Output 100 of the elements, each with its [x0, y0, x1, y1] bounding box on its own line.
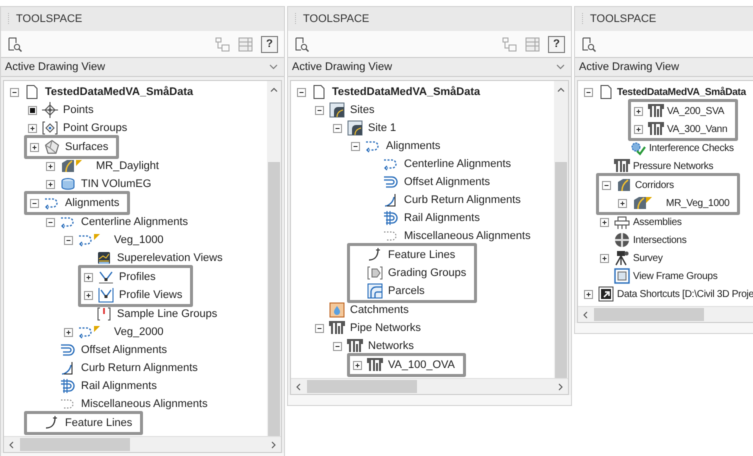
tree-item[interactable]: Veg_2000: [114, 326, 164, 338]
tree-toggle[interactable]: [584, 290, 593, 298]
tree-item[interactable]: Centerline Alignments: [81, 216, 188, 228]
tree-toggle[interactable]: [351, 142, 360, 150]
chevron-left-icon[interactable]: [296, 382, 301, 390]
tree-item[interactable]: Veg_1000: [114, 234, 164, 246]
tree-item[interactable]: Points: [63, 104, 94, 116]
tree-item[interactable]: MR_Daylight: [96, 160, 159, 172]
tree-toggle[interactable]: [46, 162, 55, 170]
tree-item[interactable]: Surfaces: [65, 141, 108, 153]
tree-toggle[interactable]: [600, 218, 609, 226]
tree-toggle[interactable]: [600, 254, 609, 262]
tree-toggle[interactable]: [297, 88, 306, 96]
tree-toggle[interactable]: [315, 324, 324, 332]
horizontal-scrollbar[interactable]: [291, 378, 568, 394]
grip-icon[interactable]: [581, 13, 584, 25]
scroll-thumb[interactable]: [594, 308, 704, 321]
tree-item[interactable]: Networks: [368, 340, 414, 352]
tree-item[interactable]: Intersections: [633, 234, 686, 246]
tree-toggle[interactable]: [64, 236, 73, 244]
tree-item[interactable]: Point Groups: [63, 122, 128, 134]
tree-toggle[interactable]: [46, 218, 55, 226]
chevron-left-icon[interactable]: [583, 310, 588, 318]
tree-item[interactable]: Alignments: [65, 197, 120, 209]
tree-item[interactable]: Profile Views: [119, 289, 182, 301]
tree-item[interactable]: View Frame Groups: [633, 270, 718, 282]
tree-toggle[interactable]: [30, 142, 39, 152]
tree-item[interactable]: Parcels: [388, 285, 425, 297]
tree-item[interactable]: Interference Checks: [649, 142, 734, 154]
vertical-scrollbar[interactable]: [267, 81, 281, 436]
tree-item[interactable]: Assemblies: [633, 216, 682, 228]
tree-toggle[interactable]: [634, 106, 643, 116]
tree-toggle[interactable]: [46, 180, 55, 188]
view-dropdown[interactable]: Active Drawing View: [575, 57, 753, 77]
tree-toggle[interactable]: [10, 88, 19, 96]
chevron-up-icon[interactable]: [557, 87, 565, 92]
tree-item[interactable]: TestedDataMedVA_SmåData: [617, 86, 746, 98]
tree-item[interactable]: Alignments: [386, 140, 440, 152]
horizontal-scrollbar[interactable]: [578, 306, 753, 322]
tree-item[interactable]: Rail Alignments: [404, 212, 480, 224]
tree-item[interactable]: Grading Groups: [388, 267, 466, 279]
tree-toggle[interactable]: [634, 124, 643, 134]
tree-item[interactable]: Survey: [633, 252, 663, 264]
grip-icon[interactable]: [294, 13, 297, 25]
tree-toggle[interactable]: [315, 106, 324, 114]
tree-item[interactable]: Data Shortcuts [D:\Civil 3D Proje: [617, 288, 753, 300]
tree-toggle[interactable]: [30, 198, 39, 208]
scroll-thumb[interactable]: [307, 380, 417, 393]
tree-toggle[interactable]: [28, 106, 37, 114]
help-button[interactable]: ?: [261, 36, 278, 52]
tree-item[interactable]: Rail Alignments: [81, 380, 157, 392]
help-button[interactable]: ?: [548, 36, 565, 52]
chevron-right-icon[interactable]: [558, 382, 563, 390]
tree-item[interactable]: VA_300_Vann: [667, 124, 728, 134]
tree-toggle[interactable]: [353, 360, 362, 370]
search-icon[interactable]: [581, 36, 596, 52]
tree-item[interactable]: Pipe Networks: [350, 322, 421, 334]
tree-toggle[interactable]: [84, 272, 93, 282]
tree-item[interactable]: Sample Line Groups: [117, 308, 218, 320]
tree-item[interactable]: Miscellaneous Alignments: [81, 398, 208, 410]
tree-item[interactable]: Corridors: [635, 180, 674, 190]
tree-toggle[interactable]: [333, 124, 342, 132]
search-icon[interactable]: [294, 36, 309, 52]
scroll-thumb[interactable]: [555, 162, 567, 378]
tree-item[interactable]: MR_Veg_1000: [666, 198, 730, 208]
tree-toggle[interactable]: [333, 342, 342, 350]
chevron-left-icon[interactable]: [9, 440, 14, 448]
tree-toggle[interactable]: [584, 88, 593, 96]
search-icon[interactable]: [7, 36, 22, 52]
tree-item[interactable]: TestedDataMedVA_SmåData: [45, 86, 194, 98]
tree-item[interactable]: Curb Return Alignments: [81, 362, 198, 374]
tree-item[interactable]: TestedDataMedVA_SmåData: [332, 86, 480, 98]
tree-toggle[interactable]: [28, 124, 37, 132]
tree-toggle[interactable]: [618, 198, 627, 208]
tree-item[interactable]: Feature Lines: [65, 417, 132, 429]
view-dropdown[interactable]: Active Drawing View: [288, 57, 571, 77]
tree-toggle[interactable]: [602, 180, 611, 190]
tree-item[interactable]: Offset Alignments: [81, 344, 168, 356]
tree-item[interactable]: Miscellaneous Alignments: [404, 230, 531, 242]
grip-icon[interactable]: [7, 13, 10, 25]
tree-item[interactable]: Pressure Networks: [633, 160, 714, 172]
tree-item[interactable]: VA_200_SVA: [667, 106, 724, 116]
tree-item[interactable]: Offset Alignments: [404, 176, 490, 188]
view-dropdown[interactable]: Active Drawing View: [1, 57, 284, 77]
tree-toggle[interactable]: [64, 328, 73, 336]
horizontal-scrollbar[interactable]: [4, 436, 281, 452]
tree-item[interactable]: Site 1: [368, 122, 396, 134]
tree-item[interactable]: Superelevation Views: [117, 252, 223, 264]
scroll-thumb[interactable]: [268, 162, 280, 436]
tree-toggle[interactable]: [84, 290, 93, 300]
tree-item[interactable]: Sites: [350, 104, 374, 116]
tree-item[interactable]: Catchments: [350, 304, 409, 316]
tree-item[interactable]: VA_100_OVA: [388, 359, 455, 371]
scroll-thumb[interactable]: [20, 438, 130, 451]
chevron-right-icon[interactable]: [271, 440, 276, 448]
tree-item[interactable]: TIN VOlumEG: [81, 178, 152, 190]
tree-item[interactable]: Feature Lines: [388, 249, 456, 261]
tree-item[interactable]: Centerline Alignments: [404, 158, 512, 170]
tree-item[interactable]: Profiles: [119, 271, 156, 283]
chevron-up-icon[interactable]: [270, 87, 278, 92]
